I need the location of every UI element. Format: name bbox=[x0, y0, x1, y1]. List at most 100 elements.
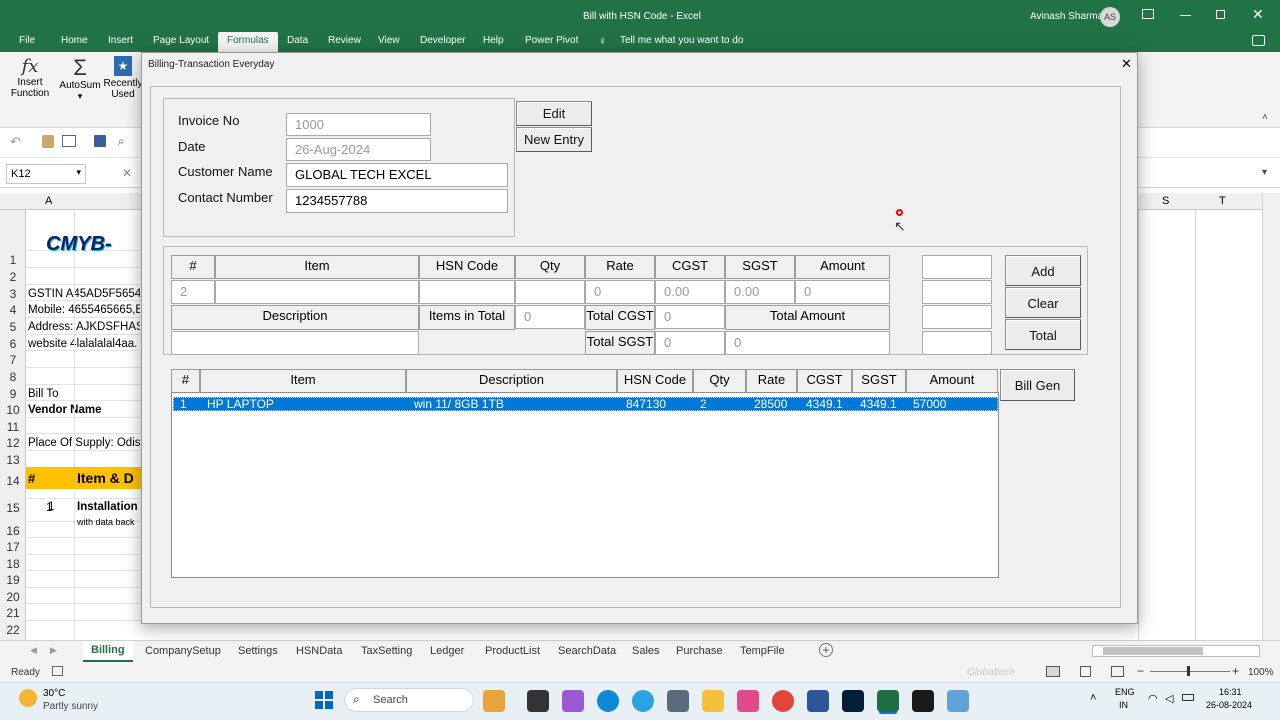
sheet-tab-settings[interactable]: Settings bbox=[238, 645, 278, 657]
windows-start-icon[interactable] bbox=[315, 691, 333, 709]
clock-time[interactable]: 16:31 bbox=[1219, 687, 1242, 697]
lang-line2[interactable]: IN bbox=[1119, 700, 1128, 710]
comments-icon[interactable] bbox=[1252, 35, 1265, 46]
amount-field[interactable]: 0 bbox=[795, 280, 890, 304]
row-header[interactable]: 12 bbox=[0, 436, 26, 450]
recently-used-button[interactable]: ★ Recently Used bbox=[103, 56, 143, 100]
volume-icon[interactable]: ◁ bbox=[1165, 692, 1173, 705]
total-cgst-field[interactable]: 0 bbox=[655, 305, 725, 329]
row-header[interactable]: 21 bbox=[0, 606, 26, 620]
zoom-slider-thumb[interactable] bbox=[1187, 666, 1190, 676]
total-sgst-field[interactable]: 0 bbox=[655, 331, 725, 355]
tab-insert[interactable]: Insert bbox=[108, 35, 133, 46]
cancel-entry-icon[interactable]: ✕ bbox=[122, 166, 132, 180]
row-header[interactable]: 18 bbox=[0, 557, 26, 571]
column-a[interactable]: A bbox=[45, 195, 52, 207]
horizontal-scrollbar[interactable] bbox=[1092, 645, 1260, 657]
sheet-tab-billing[interactable]: Billing bbox=[83, 641, 133, 662]
tab-formulas[interactable]: Formulas bbox=[218, 32, 278, 52]
tab-power-pivot[interactable]: Power Pivot bbox=[525, 35, 578, 46]
save-icon[interactable] bbox=[94, 135, 106, 147]
add-button[interactable]: Add bbox=[1005, 255, 1081, 286]
row-header[interactable]: 10 bbox=[0, 403, 26, 417]
row-header[interactable]: 15 bbox=[0, 501, 26, 515]
zoom-level[interactable]: 100% bbox=[1248, 667, 1274, 678]
zoom-out-icon[interactable]: − bbox=[1137, 664, 1144, 678]
excel-icon[interactable] bbox=[877, 690, 899, 712]
sheet-tab-taxsetting[interactable]: TaxSetting bbox=[361, 645, 412, 657]
sheet-cell[interactable]: Place Of Supply: Odisl bbox=[28, 437, 140, 449]
tray-chevron-icon[interactable]: ˄ bbox=[1090, 692, 1096, 704]
prev-sheet-icon[interactable]: ◀ bbox=[30, 645, 37, 656]
sgst-field[interactable]: 0.00 bbox=[725, 280, 795, 304]
total-button[interactable]: Total bbox=[1005, 319, 1081, 350]
invoice-field[interactable]: 1000 bbox=[286, 113, 431, 136]
page-break-icon[interactable] bbox=[1111, 666, 1124, 677]
description-field[interactable] bbox=[171, 331, 419, 355]
total-amount-field[interactable]: 0 bbox=[725, 331, 890, 355]
sheet-tab-sales[interactable]: Sales bbox=[632, 645, 660, 657]
photoshop-icon[interactable] bbox=[842, 690, 864, 712]
affinity-icon[interactable] bbox=[912, 690, 934, 712]
restore-icon[interactable] bbox=[1216, 10, 1225, 19]
zoom-in-icon[interactable]: + bbox=[1232, 664, 1239, 678]
item-field[interactable] bbox=[215, 280, 419, 304]
tab-data[interactable]: Data bbox=[287, 35, 308, 46]
row-header[interactable]: 14 bbox=[0, 474, 26, 488]
name-box[interactable]: K12 ▾ bbox=[6, 164, 86, 184]
row-header[interactable]: 8 bbox=[0, 370, 26, 384]
tab-review[interactable]: Review bbox=[328, 35, 361, 46]
row-header[interactable]: 9 bbox=[0, 387, 26, 401]
items-total-field[interactable]: 0 bbox=[515, 305, 585, 329]
row-header[interactable]: 19 bbox=[0, 573, 26, 587]
snipping-tool-icon[interactable] bbox=[737, 690, 759, 712]
row-header[interactable]: 11 bbox=[0, 420, 26, 434]
close-window-icon[interactable]: ✕ bbox=[1252, 6, 1264, 23]
app-icon[interactable] bbox=[947, 690, 969, 712]
sheet-cell[interactable]: Vendor Name bbox=[28, 404, 140, 416]
row-header[interactable]: 1 bbox=[0, 253, 26, 267]
sheet-cell[interactable]: GSTIN A45AD5F56546 bbox=[28, 288, 140, 300]
weather-sun-icon[interactable] bbox=[19, 689, 37, 707]
tab-page-layout[interactable]: Page Layout bbox=[153, 35, 209, 46]
tell-me-search[interactable]: Tell me what you want to do bbox=[620, 35, 743, 46]
new-entry-button[interactable]: New Entry bbox=[516, 127, 592, 152]
row-header[interactable]: 22 bbox=[0, 623, 26, 637]
avatar[interactable]: AS bbox=[1100, 7, 1120, 27]
sheet-tab-purchase[interactable]: Purchase bbox=[676, 645, 722, 657]
hidden-field-1[interactable] bbox=[922, 255, 992, 279]
row-header[interactable]: 17 bbox=[0, 540, 26, 554]
undo-icon[interactable]: ↶ bbox=[10, 134, 21, 150]
edit-button[interactable]: Edit bbox=[516, 101, 592, 126]
clear-button[interactable]: Clear bbox=[1005, 287, 1081, 318]
battery-icon[interactable] bbox=[1182, 694, 1194, 701]
collapse-ribbon-icon[interactable]: ˄ bbox=[1262, 112, 1268, 123]
copilot-icon[interactable] bbox=[562, 690, 584, 712]
rate-field[interactable]: 0 bbox=[585, 280, 655, 304]
row-header[interactable]: 2 bbox=[0, 270, 26, 284]
row-header[interactable]: 5 bbox=[0, 320, 26, 334]
expand-formula-icon[interactable]: ▾ bbox=[1262, 167, 1267, 178]
row-header[interactable]: 3 bbox=[0, 287, 26, 301]
next-sheet-icon[interactable]: ▶ bbox=[50, 645, 57, 656]
page-layout-icon[interactable] bbox=[1080, 666, 1091, 677]
chrome-icon[interactable] bbox=[772, 690, 794, 712]
cgst-field[interactable]: 0.00 bbox=[655, 280, 725, 304]
sheet-tab-productlist[interactable]: ProductList bbox=[485, 645, 540, 657]
customer-name-field[interactable]: GLOBAL TECH EXCEL bbox=[286, 163, 508, 187]
sheet-cell[interactable]: Address: AJKDSFHASD bbox=[28, 321, 140, 333]
row-header[interactable]: 16 bbox=[0, 524, 26, 538]
qty-field[interactable] bbox=[515, 280, 585, 304]
file-explorer-icon[interactable] bbox=[702, 690, 724, 712]
minimize-icon[interactable] bbox=[1180, 15, 1191, 16]
paste-icon[interactable] bbox=[42, 135, 54, 148]
tab-developer[interactable]: Developer bbox=[420, 35, 466, 46]
hsn-field[interactable] bbox=[419, 280, 515, 304]
tab-view[interactable]: View bbox=[378, 35, 400, 46]
tab-help[interactable]: Help bbox=[483, 35, 504, 46]
task-view-icon[interactable] bbox=[527, 690, 549, 712]
items-listbox[interactable] bbox=[171, 392, 999, 578]
clock-date[interactable]: 26-08-2024 bbox=[1206, 700, 1252, 710]
row-header[interactable]: 6 bbox=[0, 337, 26, 351]
edge-icon[interactable] bbox=[597, 690, 619, 712]
